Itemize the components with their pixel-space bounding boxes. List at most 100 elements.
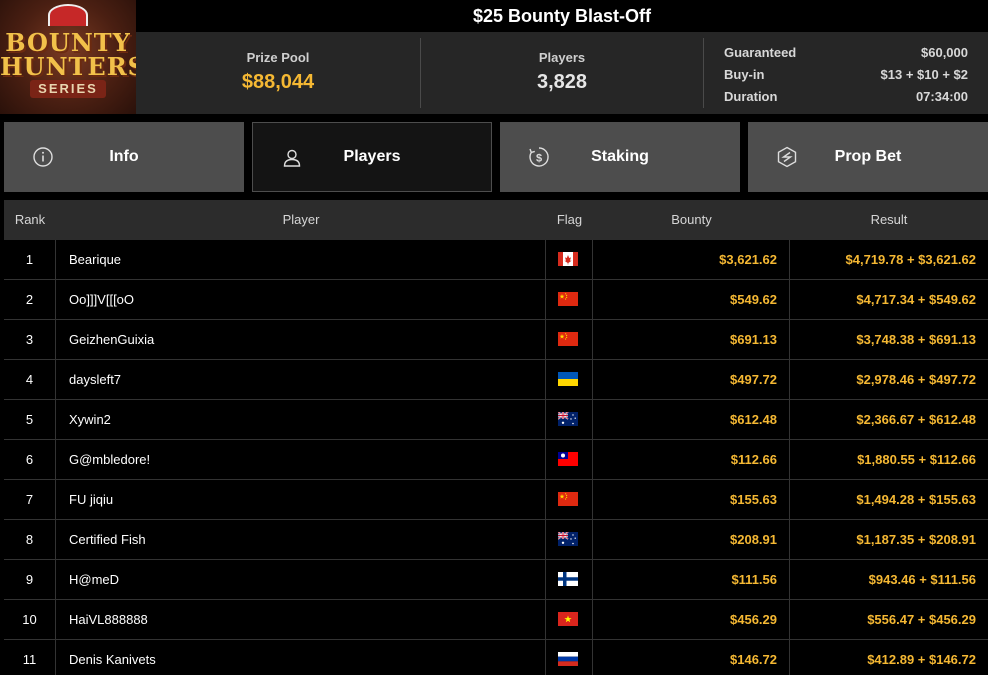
flag-cell bbox=[546, 560, 593, 600]
player-name[interactable]: Oo]]]V[[[oO bbox=[56, 280, 546, 320]
flag-cell bbox=[546, 280, 593, 320]
players-value: 3,828 bbox=[536, 71, 588, 93]
table-row[interactable]: 10 HaiVL888888 $456.29 $556.47 + $456.29 bbox=[4, 600, 988, 640]
table-row[interactable]: 3 GeizhenGuixia $691.13 $3,748.38 + $691.13 bbox=[4, 320, 988, 360]
tab-bar: Info Players $ Staking Prop Bet bbox=[0, 122, 988, 192]
rank-cell: 10 bbox=[4, 600, 56, 640]
prop-bet-icon bbox=[777, 146, 797, 168]
guaranteed-label: Guaranteed bbox=[724, 45, 797, 60]
bounty-cell: $111.56 bbox=[593, 560, 790, 600]
player-name[interactable]: Xywin2 bbox=[56, 400, 546, 440]
players-label: Players bbox=[538, 50, 586, 65]
tournament-info: Guaranteed $60,000 Buy-in $13 + $10 + $2… bbox=[724, 42, 968, 108]
tab-info[interactable]: Info bbox=[4, 122, 244, 192]
table-row[interactable]: 4 daysleft7 $497.72 $2,978.46 + $497.72 bbox=[4, 360, 988, 400]
table-row[interactable]: 9 H@meD $111.56 $943.46 + $111.56 bbox=[4, 560, 988, 600]
result-cell: $2,366.67 + $612.48 bbox=[856, 412, 976, 427]
flag-cell bbox=[546, 600, 593, 640]
buyin-label: Buy-in bbox=[724, 67, 765, 82]
series-logo: BOUNTY HUNTERS SERIES bbox=[0, 0, 136, 114]
table-header: Rank Player Flag Bounty Result bbox=[4, 200, 988, 240]
table-row[interactable]: 8 Certified Fish $208.91 $1,187.35 + $208.9… bbox=[4, 520, 988, 560]
tab-staking[interactable]: $ Staking bbox=[500, 122, 740, 192]
table-row[interactable]: 1 Bearique $3,621.62 $4,719.78 + $3,621.62 bbox=[4, 240, 988, 280]
player-name[interactable]: Bearique bbox=[56, 240, 546, 280]
bounty-cell: $146.72 bbox=[593, 640, 790, 675]
guaranteed-value: $60,000 bbox=[921, 45, 968, 60]
svg-text:$: $ bbox=[536, 153, 542, 165]
flag-cell bbox=[546, 240, 593, 280]
header-flag[interactable]: Flag bbox=[546, 200, 593, 240]
rank-cell: 11 bbox=[4, 640, 56, 675]
header-player[interactable]: Player bbox=[56, 200, 546, 240]
header-result[interactable]: Result bbox=[790, 200, 988, 240]
prize-pool-value: $88,044 bbox=[241, 71, 315, 93]
taiwan-flag-icon bbox=[558, 452, 578, 466]
player-name[interactable]: Denis Kanivets bbox=[56, 640, 546, 675]
tournament-title: $25 Bounty Blast-Off bbox=[472, 6, 652, 26]
australia-flag-icon bbox=[558, 532, 578, 546]
staking-icon: $ bbox=[529, 147, 549, 167]
logo-text-series: SERIES bbox=[30, 80, 106, 98]
rank-cell: 5 bbox=[4, 400, 56, 440]
vietnam-flag-icon bbox=[558, 612, 578, 626]
china-flag-icon bbox=[558, 292, 578, 306]
divider bbox=[703, 38, 704, 108]
players-stat: Players 3,828 bbox=[421, 32, 703, 114]
russia-flag-icon bbox=[558, 652, 578, 666]
result-cell: $943.46 + $111.56 bbox=[868, 572, 976, 587]
result-cell: $1,494.28 + $155.63 bbox=[856, 492, 976, 507]
flag-cell bbox=[546, 320, 593, 360]
result-cell: $412.89 + $146.72 bbox=[867, 652, 976, 667]
bounty-cell: $549.62 bbox=[593, 280, 790, 320]
result-cell: $4,719.78 + $3,621.62 bbox=[845, 252, 976, 267]
flag-cell bbox=[546, 440, 593, 480]
rank-cell: 3 bbox=[4, 320, 56, 360]
result-cell: $1,880.55 + $112.66 bbox=[857, 452, 976, 467]
header-bounty[interactable]: Bounty bbox=[593, 200, 790, 240]
player-name[interactable]: HaiVL888888 bbox=[56, 600, 546, 640]
duration-row: Duration 07:34:00 bbox=[724, 86, 968, 108]
ukraine-flag-icon bbox=[558, 372, 578, 386]
result-cell: $2,978.46 + $497.72 bbox=[856, 372, 976, 387]
bounty-cell: $208.91 bbox=[593, 520, 790, 560]
duration-label: Duration bbox=[724, 89, 778, 104]
header-rank[interactable]: Rank bbox=[4, 200, 56, 240]
bounty-cell: $612.48 bbox=[593, 400, 790, 440]
player-name[interactable]: Certified Fish bbox=[56, 520, 546, 560]
flag-cell bbox=[546, 520, 593, 560]
rank-cell: 1 bbox=[4, 240, 56, 280]
player-name[interactable]: daysleft7 bbox=[56, 360, 546, 400]
info-icon bbox=[33, 147, 53, 167]
australia-flag-icon bbox=[558, 412, 578, 426]
table-row[interactable]: 6 G@mbledore! $112.66 $1,880.55 + $112.66 bbox=[4, 440, 988, 480]
flag-cell bbox=[546, 640, 593, 675]
canada-flag-icon bbox=[558, 252, 578, 266]
rank-cell: 9 bbox=[4, 560, 56, 600]
tab-prop-bet[interactable]: Prop Bet bbox=[748, 122, 988, 192]
bounty-cell: $497.72 bbox=[593, 360, 790, 400]
flag-cell bbox=[546, 480, 593, 520]
table-row[interactable]: 2 Oo]]]V[[[oO $549.62 $4,717.34 + $549.62 bbox=[4, 280, 988, 320]
finland-flag-icon bbox=[558, 572, 578, 586]
stats-bar: Prize Pool $88,044 Players 3,828 Guarant… bbox=[136, 32, 988, 114]
table-row[interactable]: 7 FU jiqiu $155.63 $1,494.28 + $155.63 bbox=[4, 480, 988, 520]
rank-cell: 6 bbox=[4, 440, 56, 480]
rank-cell: 2 bbox=[4, 280, 56, 320]
poker-chip-icon bbox=[48, 4, 88, 26]
result-cell: $3,748.38 + $691.13 bbox=[856, 332, 976, 347]
player-name[interactable]: H@meD bbox=[56, 560, 546, 600]
bounty-cell: $112.66 bbox=[593, 440, 790, 480]
player-name[interactable]: G@mbledore! bbox=[56, 440, 546, 480]
table-row[interactable]: 5 Xywin2 $612.48 $2,366.67 + $612.48 bbox=[4, 400, 988, 440]
rank-cell: 8 bbox=[4, 520, 56, 560]
guaranteed-row: Guaranteed $60,000 bbox=[724, 42, 968, 64]
user-icon bbox=[283, 149, 301, 167]
tab-players[interactable]: Players bbox=[252, 122, 492, 192]
result-cell: $556.47 + $456.29 bbox=[867, 612, 976, 627]
player-name[interactable]: GeizhenGuixia bbox=[56, 320, 546, 360]
bounty-cell: $691.13 bbox=[593, 320, 790, 360]
china-flag-icon bbox=[558, 332, 578, 346]
player-name[interactable]: FU jiqiu bbox=[56, 480, 546, 520]
table-row[interactable]: 11 Denis Kanivets $146.72 $412.89 + $146.72 bbox=[4, 640, 988, 675]
